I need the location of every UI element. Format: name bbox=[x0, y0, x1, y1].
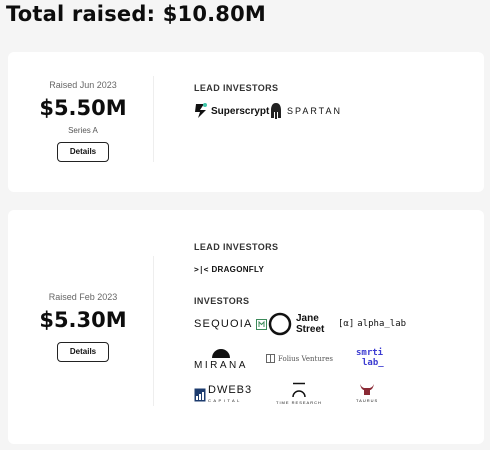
investors-label: INVESTORS bbox=[194, 296, 250, 306]
round-series: Series A bbox=[68, 126, 98, 135]
sequoia-logo-icon bbox=[255, 318, 267, 330]
taurus-logo-icon bbox=[360, 384, 375, 395]
investor-name: MIRANA bbox=[194, 360, 248, 371]
investor-name-line2: lab_ bbox=[362, 358, 384, 368]
investor-name: Folius Ventures bbox=[278, 354, 333, 363]
investor-name: SPARTAN bbox=[287, 106, 343, 116]
superscrypt-logo-icon bbox=[195, 103, 207, 118]
details-button[interactable]: Details bbox=[57, 342, 109, 362]
round-summary: Raised Jun 2023 $5.50M Series A Details bbox=[8, 80, 158, 162]
lead-investors-label: LEAD INVESTORS bbox=[194, 242, 279, 252]
raised-date-label: Raised Jun 2023 bbox=[49, 80, 117, 90]
dweb3-capital-logo-icon bbox=[194, 388, 206, 402]
investor-name: smrti bbox=[356, 348, 384, 358]
investor-smrti-lab[interactable]: smrti lab_ bbox=[356, 348, 384, 368]
investor-name: SEQUOIA bbox=[194, 318, 253, 330]
total-raised-title: Total raised: $10.80M bbox=[6, 2, 267, 26]
investor-dragonfly[interactable]: >|< DRAGONFLY bbox=[194, 265, 264, 274]
round-summary: Raised Feb 2023 $5.30M Details bbox=[8, 292, 158, 362]
investor-jane-street[interactable]: Jane Street bbox=[268, 312, 324, 336]
funding-round-card-feb-2023: Raised Feb 2023 $5.30M Details LEAD INVE… bbox=[8, 210, 484, 444]
investor-name: TIME RESEARCH bbox=[276, 400, 322, 405]
investor-taurus[interactable]: TAURUS bbox=[356, 383, 378, 403]
investor-folius-ventures[interactable]: Folius Ventures bbox=[266, 354, 333, 363]
investor-name: Jane bbox=[296, 313, 319, 324]
investor-name: alpha_lab bbox=[357, 319, 407, 329]
investor-mirana[interactable]: MIRANA bbox=[194, 348, 248, 371]
investor-time-research[interactable]: TIME RESEARCH bbox=[276, 382, 322, 405]
lead-investors-label: LEAD INVESTORS bbox=[194, 83, 279, 93]
investor-name-subtitle: CAPITAL bbox=[208, 398, 242, 403]
divider bbox=[153, 76, 154, 162]
investor-dweb3-capital[interactable]: DWEB3 CAPITAL bbox=[194, 385, 252, 405]
investor-name-line2: Street bbox=[296, 324, 325, 335]
investor-name: Superscrypt bbox=[211, 105, 270, 117]
funding-round-card-jun-2023: Raised Jun 2023 $5.50M Series A Details … bbox=[8, 52, 484, 192]
divider bbox=[153, 256, 154, 406]
investor-alpha-lab[interactable]: [α] alpha_lab bbox=[338, 319, 406, 329]
mirana-logo-icon bbox=[211, 349, 230, 358]
investor-name: DWEB3 bbox=[208, 384, 253, 396]
investor-name: TAURUS bbox=[356, 398, 379, 403]
investor-sequoia[interactable]: SEQUOIA bbox=[194, 318, 267, 330]
spartan-helmet-logo-icon bbox=[271, 103, 281, 119]
round-amount: $5.30M bbox=[39, 308, 127, 332]
round-amount: $5.50M bbox=[39, 96, 127, 120]
raised-date-label: Raised Feb 2023 bbox=[48, 292, 118, 302]
dragonfly-logo-icon: >|< bbox=[194, 265, 209, 274]
jane-street-logo-icon bbox=[268, 312, 292, 336]
investor-superscrypt[interactable]: Superscrypt bbox=[194, 102, 269, 120]
details-button[interactable]: Details bbox=[57, 142, 109, 162]
investor-name: DRAGONFLY bbox=[211, 265, 265, 274]
investor-spartan[interactable]: SPARTAN bbox=[270, 102, 342, 120]
alpha-lab-logo-icon: [α] bbox=[338, 319, 355, 329]
folius-ventures-logo-icon bbox=[266, 354, 275, 363]
time-research-logo-icon bbox=[292, 382, 306, 398]
